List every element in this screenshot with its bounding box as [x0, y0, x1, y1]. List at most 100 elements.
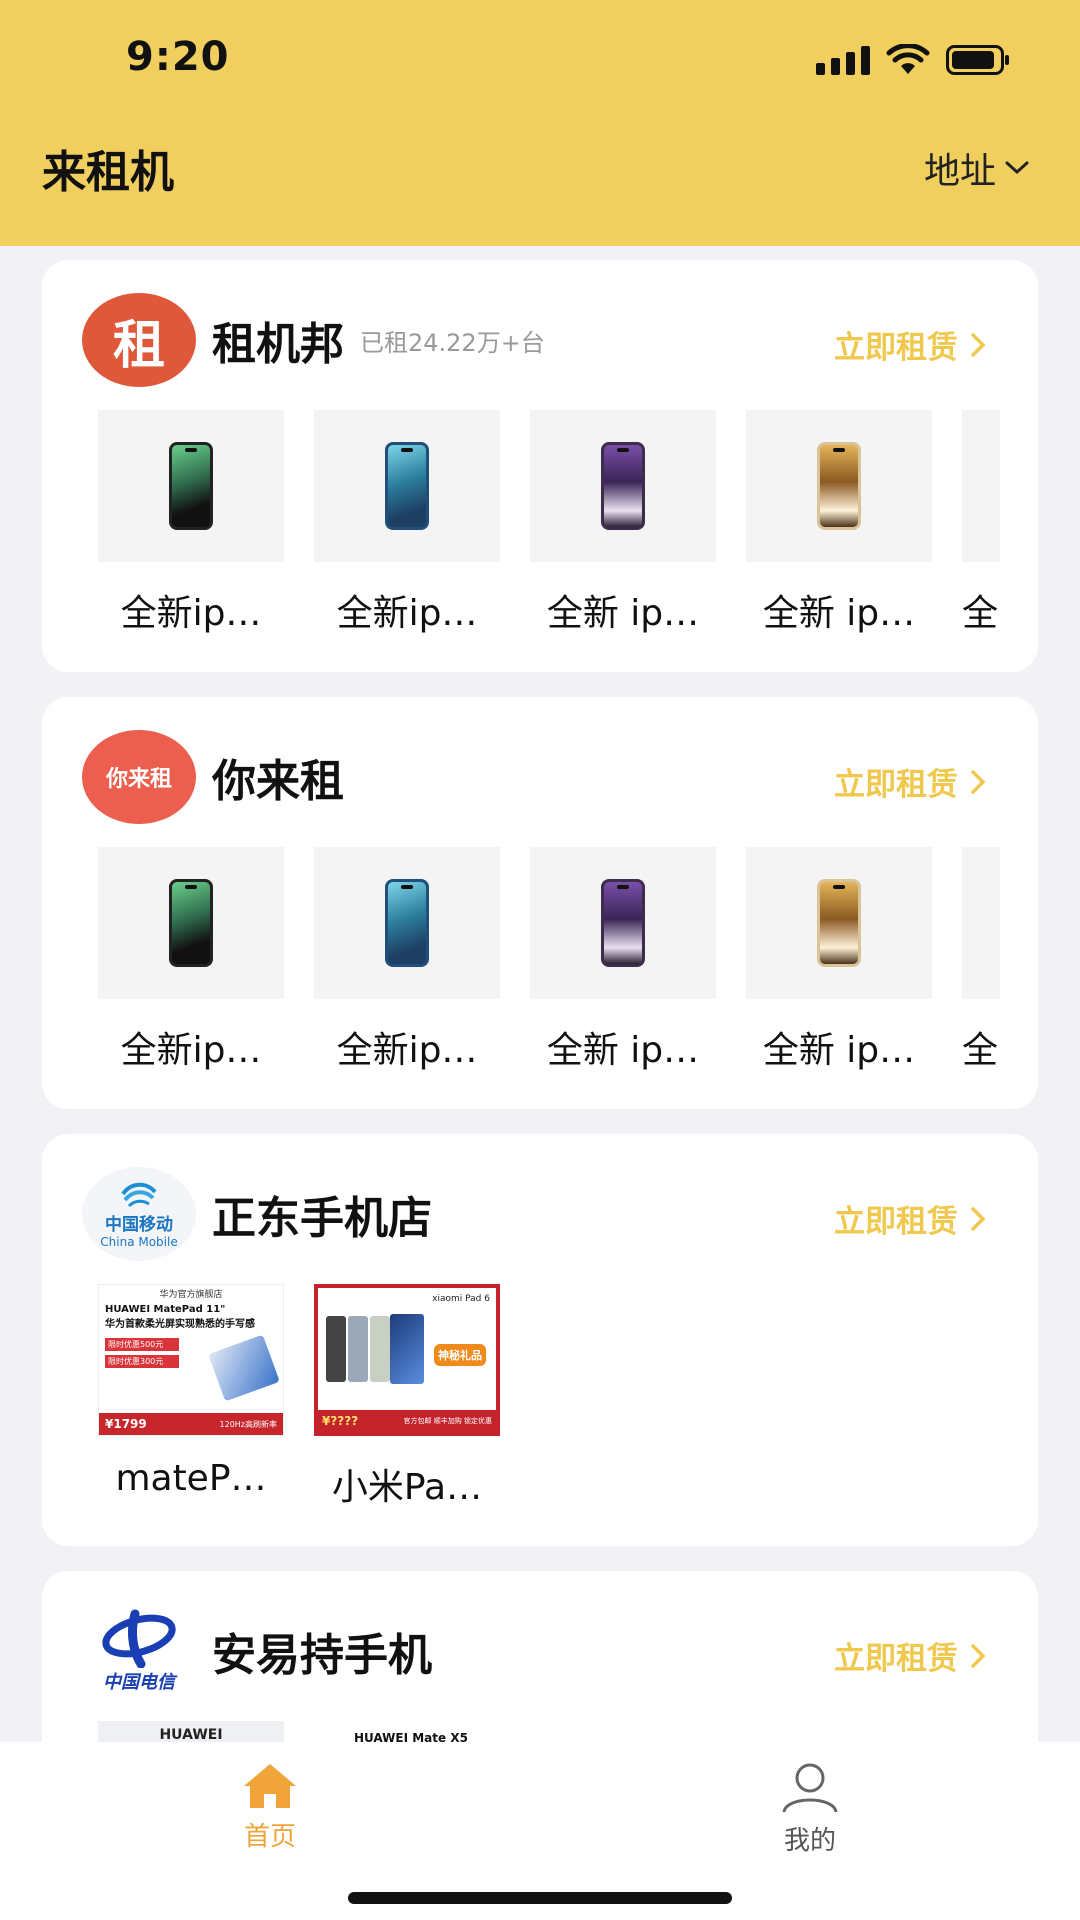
product-item[interactable]: 全新ip… [98, 410, 284, 636]
home-indicator [348, 1892, 732, 1904]
iphone-green-icon [98, 410, 284, 562]
wifi-icon [886, 44, 930, 76]
product-item[interactable]: 全新ip… [98, 847, 284, 1073]
ad-price-bar: ¥1799 120Hz高刷新率 [99, 1413, 283, 1435]
product-name: 全新ip… [336, 1030, 478, 1071]
store-header: 租 租机邦 已租24.22万+台 [82, 292, 545, 388]
chevron-right-icon [971, 769, 986, 794]
ad-store-text: 华为官方旗舰店 [159, 1290, 223, 1300]
huawei-ad-image: HUAWEI [98, 1721, 284, 1742]
product-partial-image [962, 410, 1000, 562]
rent-now-button[interactable]: 立即租赁 [834, 1633, 986, 1678]
product-item[interactable]: 全新 ip… [746, 410, 932, 636]
ad-title: HUAWEI [159, 1727, 223, 1742]
rent-now-button[interactable]: 立即租赁 [834, 322, 986, 367]
tablet-graphic [390, 1314, 424, 1384]
tab-home[interactable]: 首页 [180, 1762, 360, 1853]
store-rented-count: 已租24.22万+台 [360, 328, 545, 357]
store-logo-text: 中国移动 [105, 1214, 173, 1235]
product-item[interactable]: xiaomi Pad 6 神秘礼品 ¥???? 官方包邮 顺丰加购 锁定优惠 小… [314, 1284, 500, 1510]
product-name: 全新 ip… [762, 593, 916, 634]
product-item[interactable]: 全新 ip… [746, 847, 932, 1073]
product-item[interactable]: 全新ip… [314, 410, 500, 636]
user-icon [782, 1763, 838, 1813]
product-name: 全新 ip… [546, 593, 700, 634]
store-card: 你来租 你来租 立即租赁 全新ip… 全新ip… 全新 ip… 全新 ip… 全 [42, 697, 1038, 1109]
rent-now-label: 立即租赁 [834, 1641, 958, 1677]
china-mobile-icon [121, 1182, 157, 1207]
ad-tag: 限时优惠500元 [105, 1338, 179, 1351]
product-name: 全 [962, 593, 999, 634]
product-partial-image [962, 847, 1000, 999]
product-item[interactable]: 全新 ip… [530, 847, 716, 1073]
product-row[interactable]: 全新ip… 全新ip… 全新 ip… 全新 ip… 全 [98, 847, 1000, 1087]
status-time: 9:20 [126, 34, 230, 80]
iphone-purple-icon [530, 847, 716, 999]
product-name: 全新ip… [120, 1030, 262, 1071]
iphone-blue-icon [314, 410, 500, 562]
chevron-down-icon [1005, 161, 1029, 175]
iphone-gold-icon [746, 410, 932, 562]
ad-footer: 120Hz高刷新率 [219, 1419, 277, 1429]
chevron-right-icon [971, 332, 986, 357]
ad-price-bar: ¥???? 官方包邮 顺丰加购 锁定优惠 [318, 1410, 496, 1432]
iphone-blue-icon [314, 847, 500, 999]
product-item[interactable]: 全新 ip… [530, 410, 716, 636]
iphone-gold-icon [746, 847, 932, 999]
iphone-green-icon [98, 847, 284, 999]
product-name: 全新 ip… [762, 1030, 916, 1071]
product-item[interactable]: 华为官方旗舰店 HUAWEI MatePad 11" 华为首款柔光屏实现熟悉的手… [98, 1284, 284, 1499]
rent-now-label: 立即租赁 [834, 767, 958, 803]
huawei-mate-x5-ad-image: HUAWEI Mate X5 [314, 1721, 500, 1742]
store-logo-text: 租 [112, 315, 165, 376]
store-header: 你来租 你来租 [82, 729, 344, 825]
product-name: 小米Pa… [331, 1467, 483, 1508]
page-title: 来租机 [42, 147, 174, 198]
tab-mine[interactable]: 我的 [720, 1762, 900, 1857]
product-item[interactable]: 全 [962, 847, 1000, 1073]
ad-price: ¥1799 [105, 1417, 147, 1431]
product-row[interactable]: 华为官方旗舰店 HUAWEI MatePad 11" 华为首款柔光屏实现熟悉的手… [98, 1284, 1000, 1524]
rent-now-button[interactable]: 立即租赁 [834, 759, 986, 804]
signal-icon [816, 45, 870, 75]
product-name: 全新ip… [120, 593, 262, 634]
product-row[interactable]: 全新ip… 全新ip… 全新 ip… 全新 ip… 全 [98, 410, 1000, 650]
store-card: 中国电信 安易持手机 立即租赁 HUAWEI HUAWEI Mate X5 [42, 1571, 1038, 1742]
product-item[interactable]: HUAWEI Mate X5 [314, 1721, 500, 1742]
ad-title: HUAWEI MatePad 11" [105, 1304, 226, 1315]
address-label: 地址 [923, 151, 996, 192]
tablet-graphic [208, 1334, 280, 1402]
product-row[interactable]: HUAWEI HUAWEI Mate X5 [98, 1721, 1000, 1742]
store-name: 正东手机店 [212, 1193, 432, 1244]
ad-subtitle: 华为首款柔光屏实现熟悉的手写感 [105, 1319, 255, 1330]
china-mobile-logo: 中国移动 China Mobile [82, 1167, 196, 1261]
china-telecom-icon [102, 1609, 176, 1668]
rent-now-label: 立即租赁 [834, 1204, 958, 1240]
ad-tag: 限时优惠300元 [105, 1355, 179, 1368]
address-selector[interactable]: 地址 [924, 142, 1030, 194]
store-logo: 你来租 [82, 730, 196, 824]
product-name: 全新 ip… [546, 1030, 700, 1071]
store-name: 安易持手机 [212, 1630, 432, 1681]
chevron-right-icon [971, 1643, 986, 1668]
huawei-matepad-ad-image: 华为官方旗舰店 HUAWEI MatePad 11" 华为首款柔光屏实现熟悉的手… [98, 1284, 284, 1436]
chevron-right-icon [971, 1206, 986, 1231]
ad-badge: 神秘礼品 [434, 1344, 486, 1366]
tab-home-label: 首页 [243, 1822, 296, 1852]
store-card: 租 租机邦 已租24.22万+台 立即租赁 全新ip… 全新ip… 全新 ip…… [42, 260, 1038, 672]
battery-icon [946, 45, 1010, 75]
tablet-graphic [348, 1316, 368, 1382]
store-logo: 租 [82, 293, 196, 387]
store-logo-text: 你来租 [105, 767, 172, 792]
store-name: 你来租 [212, 756, 344, 807]
product-item[interactable]: 全新ip… [314, 847, 500, 1073]
china-telecom-logo: 中国电信 [82, 1604, 196, 1698]
product-item[interactable]: HUAWEI [98, 1721, 284, 1742]
product-item[interactable]: 全 [962, 410, 1000, 636]
store-list[interactable]: 租 租机邦 已租24.22万+台 立即租赁 全新ip… 全新ip… 全新 ip…… [0, 246, 1080, 1742]
product-name: 全新ip… [336, 593, 478, 634]
rent-now-button[interactable]: 立即租赁 [834, 1196, 986, 1241]
store-logo-text: 中国电信 [103, 1672, 175, 1693]
tablet-graphic [370, 1316, 390, 1382]
status-icons [816, 40, 1010, 80]
